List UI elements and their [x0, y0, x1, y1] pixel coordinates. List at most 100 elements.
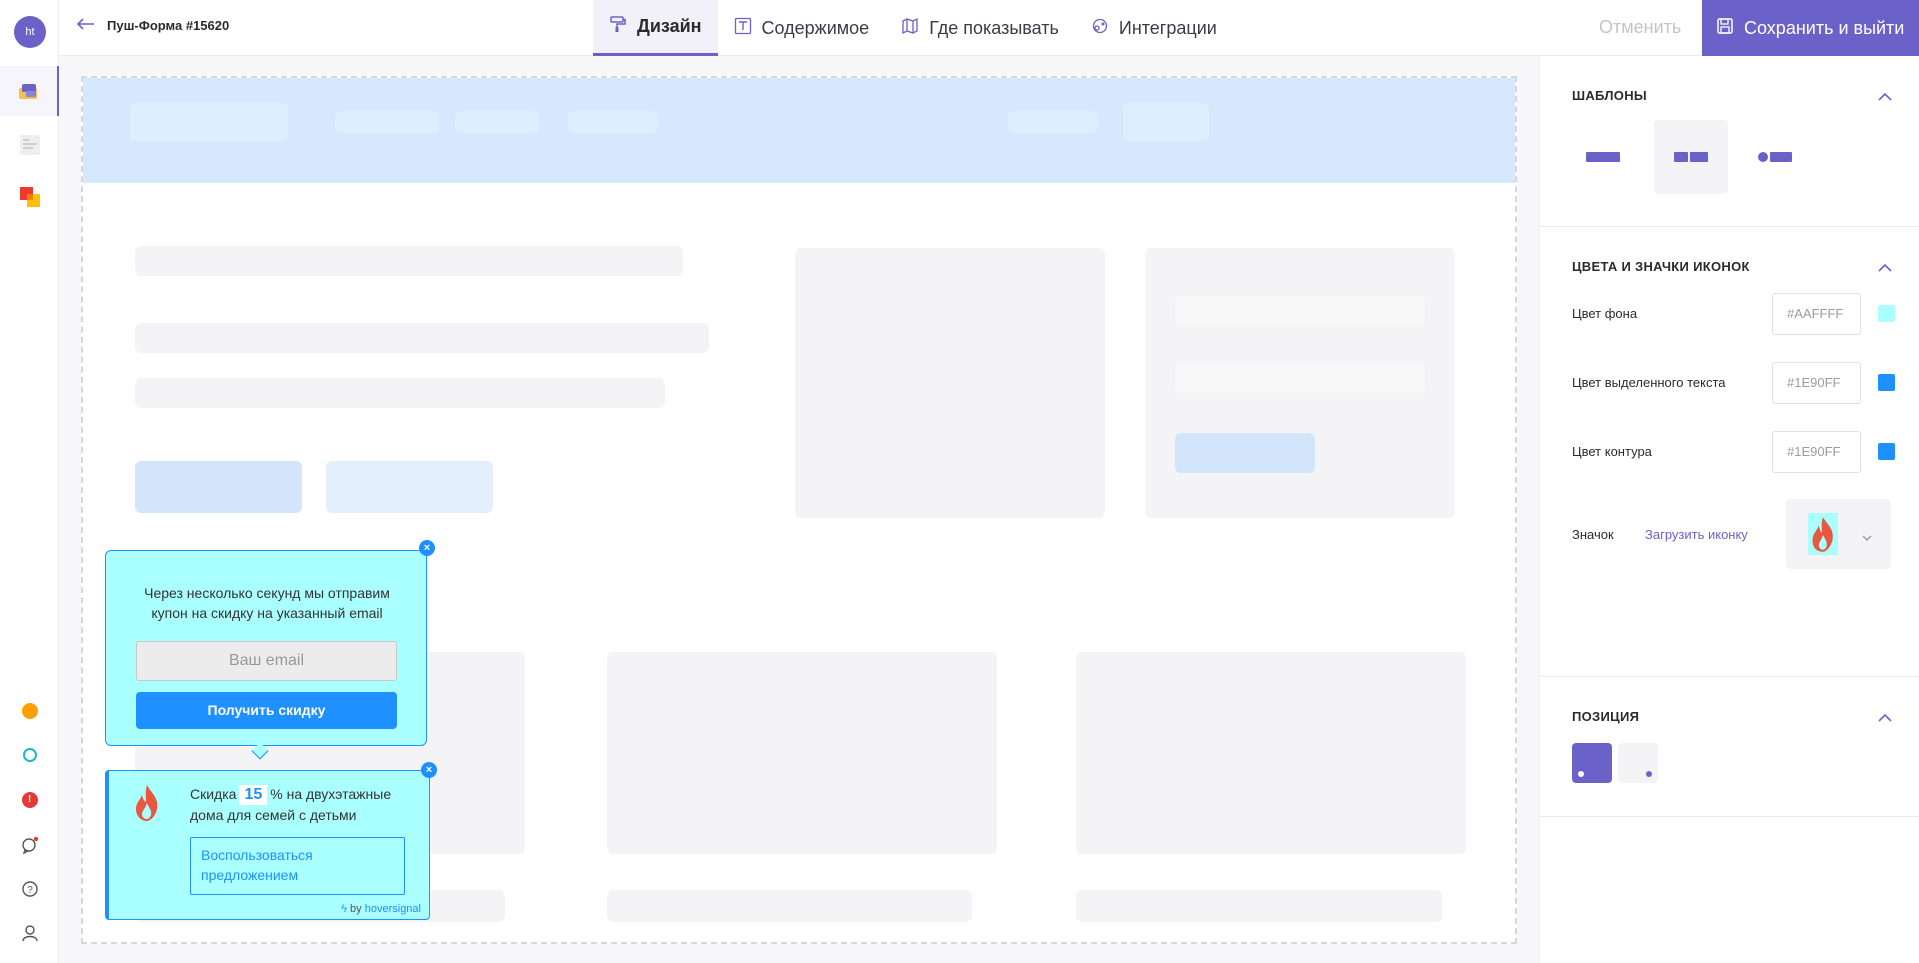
discount-percent: 15	[239, 785, 268, 805]
position-bottom-right[interactable]	[1618, 743, 1658, 783]
section-title: ШАБЛОНЫ	[1572, 88, 1647, 103]
flame-icon	[133, 783, 161, 828]
map-icon	[901, 17, 919, 40]
email-input[interactable]: Ваш email	[136, 641, 397, 681]
placeholder-logo	[130, 103, 288, 141]
icon-select[interactable]	[1786, 499, 1891, 569]
placeholder-heading	[135, 246, 683, 276]
widgets-icon[interactable]	[0, 66, 59, 116]
floppy-disk-icon	[1716, 17, 1734, 40]
tabs: Дизайн Содержимое Где показывать Интегра…	[593, 0, 1233, 56]
tab-label: Где показывать	[929, 17, 1059, 38]
color-label: Цвет выделенного текста	[1572, 375, 1726, 390]
background-color-input[interactable]: #AAFFFF	[1772, 293, 1861, 335]
icon-label: Значок	[1572, 527, 1614, 542]
chevron-up-icon[interactable]	[1878, 88, 1892, 106]
placeholder-nav	[1008, 111, 1098, 133]
placeholder-button	[326, 461, 493, 513]
placeholder-line	[1175, 296, 1425, 326]
pages-icon[interactable]	[0, 120, 59, 170]
text-icon	[734, 17, 752, 40]
chat-icon[interactable]	[0, 830, 59, 860]
tab-label: Содержимое	[761, 17, 870, 38]
page-title: Пуш-Форма #15620	[107, 18, 230, 33]
email-popup: Через несколько секунд мы отправим купон…	[105, 550, 427, 746]
offer-popup: Скидка 15% на двухэтажные дома для семей …	[105, 770, 430, 920]
placeholder-button	[1175, 433, 1315, 473]
template-option-split[interactable]	[1654, 120, 1728, 194]
placeholder-line	[135, 323, 709, 353]
placeholder-nav	[455, 111, 539, 133]
apps-icon[interactable]	[0, 172, 59, 222]
paint-roller-icon	[609, 15, 627, 38]
section-title: ПОЗИЦИЯ	[1572, 709, 1640, 724]
lightning-icon: ϟ	[341, 903, 347, 915]
color-label: Цвет фона	[1572, 306, 1638, 321]
tab-label: Интеграции	[1118, 17, 1217, 38]
position-section: ПОЗИЦИЯ	[1540, 677, 1919, 817]
placeholder-button	[135, 461, 302, 513]
placeholder-card	[1076, 652, 1466, 854]
alert-icon[interactable]: !	[0, 785, 59, 815]
color-label: Цвет контура	[1572, 444, 1652, 459]
templates-section: ШАБЛОНЫ	[1540, 56, 1919, 227]
powered-by[interactable]: ϟ by hoversignal	[341, 903, 421, 915]
highlight-color-input[interactable]: #1E90FF	[1772, 362, 1861, 404]
chevron-up-icon[interactable]	[1878, 709, 1892, 727]
save-label: Сохранить и выйти	[1744, 17, 1905, 38]
tab-content[interactable]: Содержимое	[718, 0, 886, 56]
integrations-icon	[1091, 17, 1109, 40]
outline-color-swatch[interactable]	[1878, 443, 1895, 460]
back-arrow-icon[interactable]	[76, 18, 95, 33]
use-offer-button[interactable]: Воспользоваться предложением	[190, 837, 405, 895]
by-label: by	[350, 903, 362, 915]
colors-section: ЦВЕТА И ЗНАЧКИ ИКОНОК Цвет фона #AAFFFF …	[1540, 227, 1919, 677]
placeholder-nav	[335, 111, 439, 133]
background-color-swatch[interactable]	[1878, 305, 1895, 322]
tab-integrations[interactable]: Интеграции	[1075, 0, 1233, 56]
chevron-down-icon	[1862, 529, 1872, 547]
status-orange-icon[interactable]	[0, 696, 59, 726]
tab-where[interactable]: Где показывать	[885, 0, 1075, 56]
help-icon[interactable]: ?	[0, 874, 59, 904]
placeholder-line	[1076, 890, 1442, 922]
placeholder-card	[607, 652, 997, 854]
top-bar: Пуш-Форма #15620 Дизайн Содержимое Где п…	[59, 0, 1919, 56]
offer-text: Скидка 15% на двухэтажные дома для семей …	[190, 784, 420, 825]
position-bottom-left[interactable]	[1572, 743, 1612, 783]
popup-message: Через несколько секунд мы отправим купон…	[144, 585, 390, 621]
tab-label: Дизайн	[637, 16, 702, 36]
get-discount-button[interactable]: Получить скидку	[136, 692, 397, 729]
cancel-button[interactable]: Отменить	[1599, 17, 1681, 38]
placeholder-line	[607, 890, 972, 922]
chevron-up-icon[interactable]	[1878, 259, 1892, 277]
save-and-exit-button[interactable]: Сохранить и выйти	[1702, 0, 1919, 56]
tab-design[interactable]: Дизайн	[593, 0, 718, 56]
left-rail: ht ! ?	[0, 0, 59, 963]
outline-color-input[interactable]: #1E90FF	[1772, 431, 1861, 473]
placeholder-card	[1145, 248, 1455, 518]
settings-panel: ШАБЛОНЫ ЦВЕТА И ЗНАЧКИ ИКОНОК Цвет фона …	[1539, 56, 1919, 963]
brand-link[interactable]: hoversignal	[365, 903, 421, 915]
avatar[interactable]: ht	[14, 16, 46, 48]
app: ht ! ? Пуш-Форма #15620 Дизайн Содержимо…	[0, 0, 1919, 963]
flame-icon	[1808, 513, 1838, 555]
offer-text-before: Скидка	[190, 786, 237, 802]
status-teal-icon[interactable]	[0, 740, 59, 770]
back-link[interactable]: Пуш-Форма #15620	[76, 18, 230, 33]
placeholder-line	[135, 378, 665, 408]
section-title: ЦВЕТА И ЗНАЧКИ ИКОНОК	[1572, 259, 1750, 274]
placeholder-button	[1123, 103, 1209, 141]
placeholder-line	[1175, 363, 1425, 393]
svg-text:?: ?	[27, 885, 33, 896]
template-option-bar[interactable]	[1566, 120, 1640, 194]
upload-icon-link[interactable]: Загрузить иконку	[1645, 527, 1748, 542]
template-option-icon[interactable]	[1738, 120, 1812, 194]
close-icon[interactable]: ×	[419, 540, 435, 556]
placeholder-card	[795, 248, 1105, 518]
close-icon[interactable]: ×	[421, 762, 437, 778]
placeholder-site-header	[83, 78, 1515, 183]
highlight-color-swatch[interactable]	[1878, 374, 1895, 391]
user-icon[interactable]	[0, 918, 59, 948]
placeholder-nav	[568, 111, 658, 133]
